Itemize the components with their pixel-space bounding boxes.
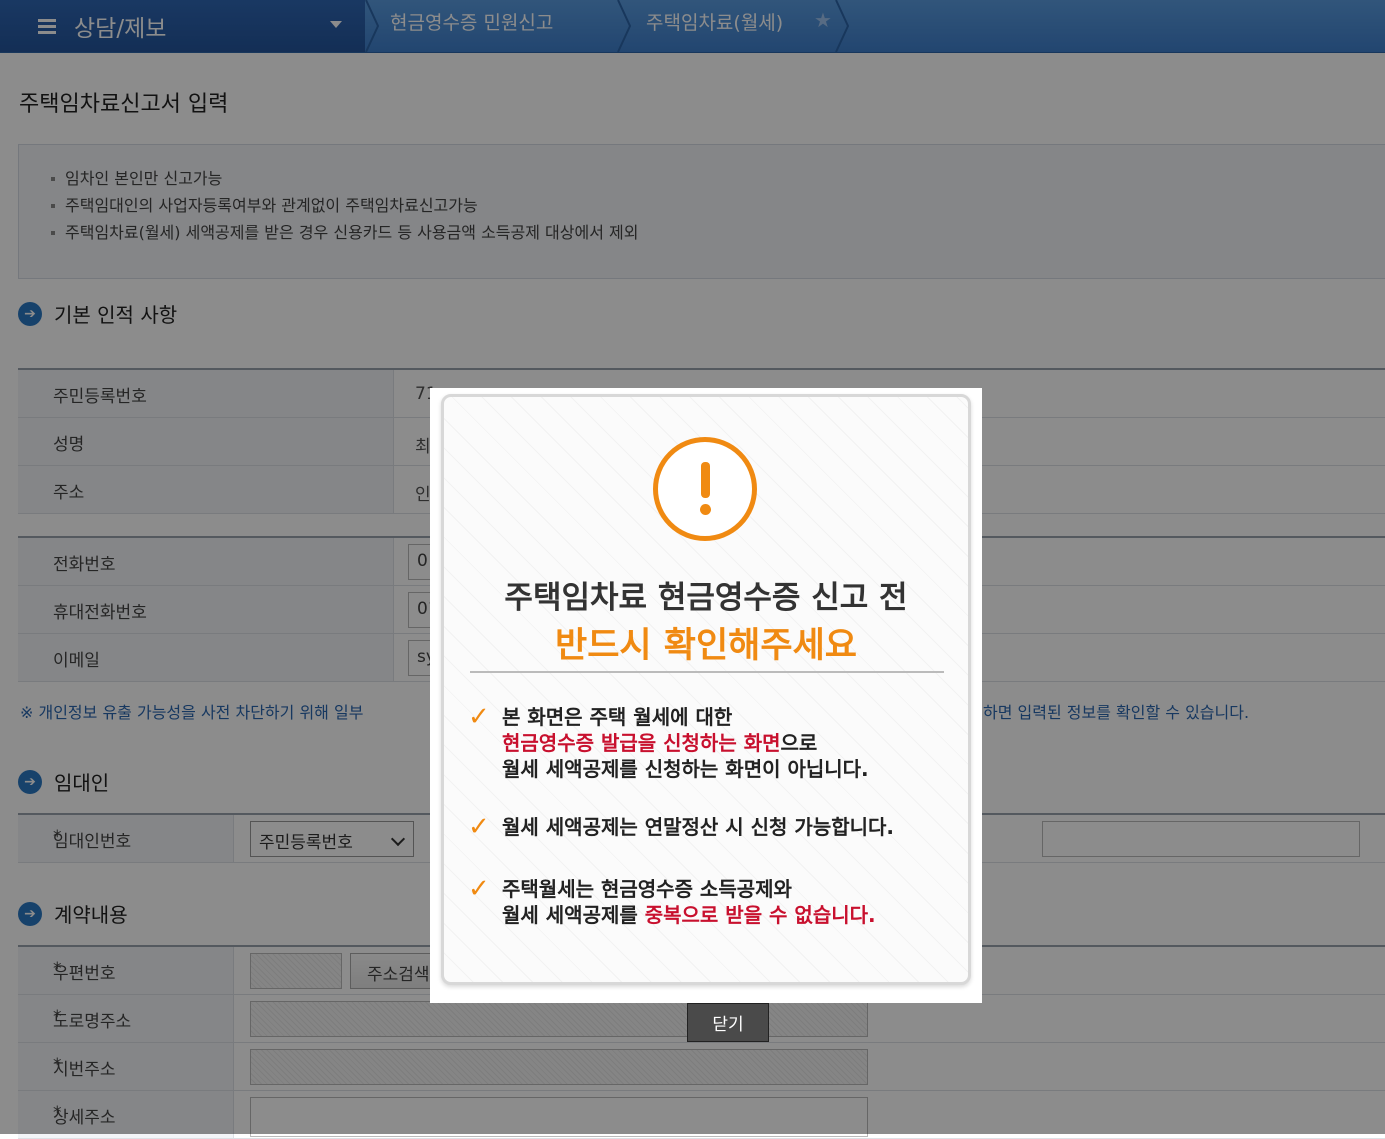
close-button[interactable]: 닫기 — [687, 1003, 769, 1042]
modal-panel: 주택임차료 현금영수증 신고 전 반드시 확인해주세요 ✓ 본 화면은 주택 월… — [441, 394, 971, 985]
modal-subtitle: 반드시 확인해주세요 — [555, 626, 857, 666]
modal-item-2: 월세 세액공제는 연말정산 시 신청 가능합니다. — [502, 815, 895, 839]
modal-item-3: 주택월세는 현금영수증 소득공제와 월세 세액공제를 중복으로 받을 수 없습니… — [502, 877, 876, 927]
exclamation-icon — [653, 437, 757, 541]
checkmark-icon: ✓ — [468, 812, 490, 842]
modal-title: 주택임차료 현금영수증 신고 전 — [504, 580, 908, 616]
modal-divider — [470, 671, 944, 673]
checkmark-icon: ✓ — [468, 874, 490, 904]
warning-modal: 주택임차료 현금영수증 신고 전 반드시 확인해주세요 ✓ 본 화면은 주택 월… — [430, 388, 982, 1003]
checkmark-icon: ✓ — [468, 702, 490, 732]
modal-item-1: 본 화면은 주택 월세에 대한 현금영수증 발급을 신청하는 화면으로 월세 세… — [502, 705, 869, 781]
